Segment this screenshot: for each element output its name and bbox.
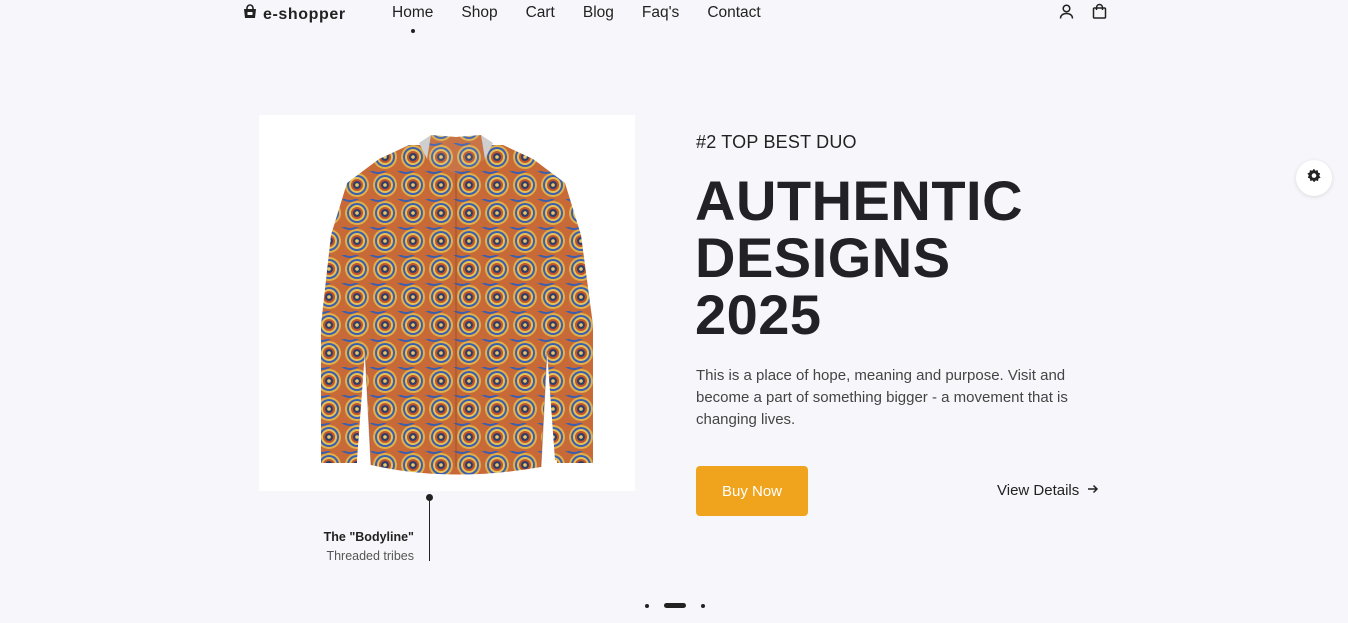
view-details-label: View Details [997,482,1080,499]
user-icon[interactable] [1058,3,1075,20]
nav-cart[interactable]: Cart [526,4,555,22]
hero-description: This is a place of hope, meaning and pur… [696,367,1068,428]
buy-now-button[interactable]: Buy Now [696,466,808,516]
header-icons [1058,3,1108,20]
logo-text: e-shopper [263,5,346,23]
view-details-link[interactable]: View Details [997,482,1099,499]
nav-contact[interactable]: Contact [707,4,760,22]
product-caption-title: The "Bodyline" [323,530,414,544]
main-nav: Home Shop Cart Blog Faq's Contact [392,4,789,22]
slider-dot[interactable] [701,603,705,608]
nav-faqs[interactable]: Faq's [642,4,679,22]
hero-headline-line: AUTHENTIC [695,169,1024,232]
hero-headline: AUTHENTIC DESIGNS 2025 [695,172,1023,343]
gear-icon [1306,168,1322,189]
nav-shop[interactable]: Shop [461,4,497,22]
hero-headline-line: 2025 [695,283,822,346]
logo[interactable]: e-shopper [242,4,346,25]
hero-headline-line: DESIGNS [695,226,951,289]
shopping-bag-icon[interactable] [1091,3,1108,20]
shop-bag-logo-icon [242,4,258,25]
caption-pin-line [429,498,430,561]
product-image [259,115,635,491]
hero-eyebrow: #2 TOP BEST DUO [696,132,857,152]
arrow-right-icon [1087,482,1099,499]
slider-dot[interactable] [645,603,649,608]
settings-button[interactable] [1296,160,1332,196]
slider-dot-active[interactable] [664,603,686,608]
product-caption-subtitle: Threaded tribes [326,549,414,563]
slider-pager [645,603,705,608]
nav-blog[interactable]: Blog [583,4,614,22]
nav-home[interactable]: Home [392,4,433,22]
